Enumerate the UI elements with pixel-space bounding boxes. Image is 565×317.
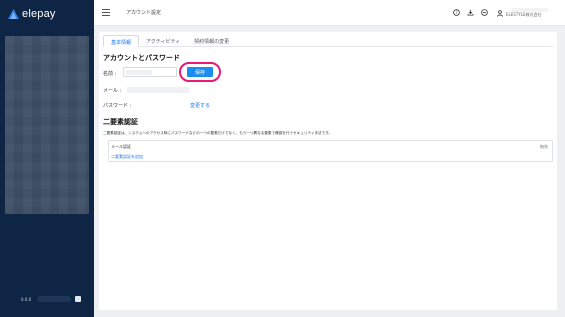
download-icon[interactable] <box>467 9 474 16</box>
change-password-link[interactable]: 変更する <box>190 102 210 109</box>
sidebar-menu-redacted <box>5 36 89 214</box>
password-label: パスワード : <box>103 103 132 109</box>
tab-contract-change[interactable]: 契約情報の変更 <box>187 35 236 47</box>
company-name: ELESTYLE株式会社 <box>506 12 542 17</box>
status-badge: 無効 <box>540 144 548 149</box>
user-info: ELESTYLE株式会社 <box>506 8 552 18</box>
mail-value-redacted <box>127 87 189 93</box>
page-title: アカウント設定 <box>126 10 162 16</box>
name-label: 名前 : <box>103 71 117 77</box>
name-value-redacted <box>126 70 152 75</box>
tab-activity[interactable]: アクティビティ <box>139 35 187 47</box>
help-icon[interactable]: ? <box>453 9 460 16</box>
sidebar-footer-pill <box>37 296 72 302</box>
svg-text:?: ? <box>455 10 457 15</box>
version-text: 0.0.0 <box>21 296 32 302</box>
user-menu[interactable]: ELESTYLE株式会社 <box>497 8 552 18</box>
sidebar-footer: 0.0.0 <box>5 292 89 306</box>
tab-bar: 基本情報 アクティビティ 契約情報の変更 <box>103 35 553 47</box>
chat-icon[interactable] <box>75 296 82 302</box>
top-bar: アカウント設定 ? ELESTYLE株式会社 <box>94 0 565 26</box>
mail-label: メール : <box>103 88 122 94</box>
settings-card: 基本情報 アクティビティ 契約情報の変更 アカウントとパスワード 名前 : 保存… <box>99 32 557 310</box>
user-icon <box>497 9 503 17</box>
brand-name: elepay <box>22 8 56 20</box>
mail-auth-box: メール認証 無効 二要素認証を追加 <box>108 140 553 162</box>
twofa-section-title: 二要素認証 <box>103 118 138 126</box>
name-input[interactable] <box>123 67 177 77</box>
save-button[interactable]: 保存 <box>187 67 213 77</box>
sidebar: elepay 0.0.0 <box>0 0 94 317</box>
hamburger-icon[interactable] <box>102 9 110 16</box>
tab-basic-info[interactable]: 基本情報 <box>103 35 140 47</box>
brand[interactable]: elepay <box>8 8 56 20</box>
twofa-description: 二要素認証は、システムへのアクセス時にパスワードなどの一つの要素だけでなく、もう… <box>103 131 333 135</box>
add-twofa-link[interactable]: 二要素認証を追加 <box>111 154 143 160</box>
triangle-logo-icon <box>8 9 19 19</box>
minus-circle-icon[interactable] <box>481 9 488 16</box>
mail-auth-label: メール認証 <box>111 144 131 149</box>
account-section-title: アカウントとパスワード <box>103 54 180 62</box>
